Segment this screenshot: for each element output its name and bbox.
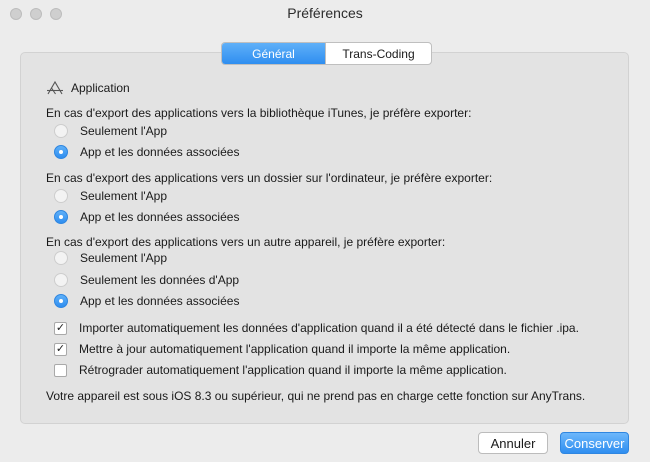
radio-button-selected[interactable] — [54, 145, 68, 159]
option-label: Seulement l'App — [80, 124, 168, 138]
section-header: Application — [46, 80, 130, 96]
app-store-icon — [47, 80, 63, 95]
checkbox-auto-update[interactable]: ✓ Mettre à jour automatiquement l'applic… — [54, 342, 510, 356]
option-device-app-only[interactable]: Seulement l'App — [54, 251, 167, 265]
group-folder-question: En cas d'export des applications vers un… — [46, 171, 493, 185]
checkbox-import-app-data[interactable]: ✓ Importer automatiquement les données d… — [54, 321, 579, 335]
option-itunes-app-only[interactable]: Seulement l'App — [54, 124, 167, 138]
preferences-window: Préférences Général Trans-Coding Applica… — [0, 0, 650, 462]
checkbox-checked[interactable]: ✓ — [54, 342, 67, 356]
option-device-data-only[interactable]: Seulement les données d'App — [54, 273, 239, 287]
radio-button[interactable] — [54, 251, 68, 265]
tab-bar: Général Trans-Coding — [221, 42, 432, 65]
option-label: Seulement l'App — [80, 251, 168, 265]
checkbox-auto-downgrade[interactable]: Rétrograder automatiquement l'applicatio… — [54, 363, 507, 377]
option-folder-app-only[interactable]: Seulement l'App — [54, 189, 167, 203]
radio-button[interactable] — [54, 189, 68, 203]
window-title: Préférences — [287, 5, 363, 21]
option-label: App et les données associées — [80, 210, 240, 224]
section-title: Application — [71, 81, 130, 95]
checkbox-checked[interactable]: ✓ — [54, 321, 67, 335]
ios-note: Votre appareil est sous iOS 8.3 ou supér… — [46, 389, 586, 403]
option-label: App et les données associées — [80, 294, 240, 308]
checkbox-unchecked[interactable] — [54, 363, 67, 377]
option-label: Seulement l'App — [80, 189, 168, 203]
option-label: App et les données associées — [80, 145, 240, 159]
option-device-app-and-data[interactable]: App et les données associées — [54, 294, 239, 308]
radio-button[interactable] — [54, 124, 68, 138]
save-button[interactable]: Conserver — [560, 432, 629, 454]
tab-trans-coding[interactable]: Trans-Coding — [325, 43, 431, 64]
tab-general[interactable]: Général — [222, 43, 325, 64]
group-itunes-question: En cas d'export des applications vers la… — [46, 106, 472, 120]
checkbox-label: Importer automatiquement les données d'a… — [79, 321, 579, 335]
checkbox-label: Rétrograder automatiquement l'applicatio… — [79, 363, 507, 377]
group-device-question: En cas d'export des applications vers un… — [46, 235, 446, 249]
radio-button-selected[interactable] — [54, 294, 68, 308]
cancel-button[interactable]: Annuler — [478, 432, 548, 454]
option-label: Seulement les données d'App — [80, 273, 240, 287]
checkbox-label: Mettre à jour automatiquement l'applicat… — [79, 342, 511, 356]
radio-button-selected[interactable] — [54, 210, 68, 224]
radio-button[interactable] — [54, 273, 68, 287]
option-itunes-app-and-data[interactable]: App et les données associées — [54, 145, 239, 159]
option-folder-app-and-data[interactable]: App et les données associées — [54, 210, 239, 224]
